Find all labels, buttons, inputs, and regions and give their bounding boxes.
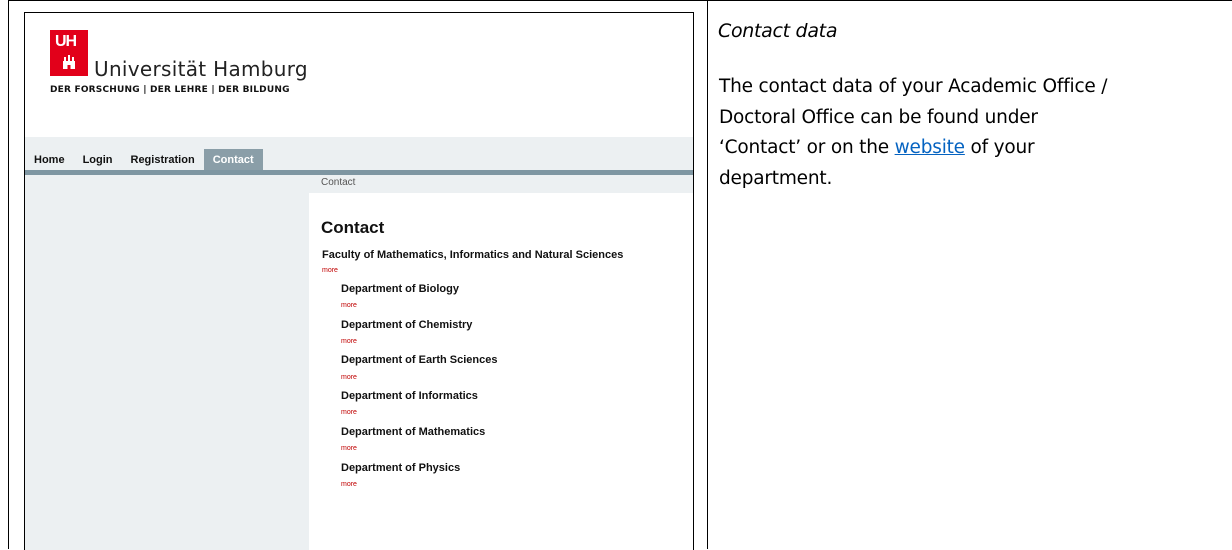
uhh-logo-mark: UH: [50, 30, 88, 76]
dept-chemistry: Department of Chemistry: [341, 319, 473, 331]
section-heading: Contact data: [718, 20, 838, 42]
university-name: Universität Hamburg: [94, 57, 308, 81]
nav-contact[interactable]: Contact: [203, 149, 263, 171]
nav-login[interactable]: Login: [74, 149, 122, 171]
description-line-3-start: ‘Contact’ or on the: [719, 137, 895, 158]
table-left-border: [8, 0, 9, 549]
dept-earth-sciences: Department of Earth Sciences: [341, 354, 498, 366]
left-sidebar: [25, 175, 309, 550]
university-tagline: DER FORSCHUNG | DER LEHRE | DER BILDUNG: [50, 85, 290, 95]
dept-chemistry-more-link[interactable]: more: [341, 338, 357, 345]
site-header: UH Universität Hamburg DER FORSCHUNG | D…: [25, 13, 693, 137]
breadcrumb-bar: [309, 175, 693, 193]
dept-earth-sciences-more-link[interactable]: more: [341, 374, 357, 381]
description-text: The contact data of your Academic Office…: [719, 72, 1219, 194]
table-middle-border: [707, 0, 708, 549]
website-link[interactable]: website: [895, 137, 965, 158]
nav-home[interactable]: Home: [25, 149, 74, 171]
description-line-3: ‘Contact’ or on the website of your: [719, 133, 1219, 164]
description-line-3-end: of your: [964, 137, 1035, 158]
website-screenshot: UH Universität Hamburg DER FORSCHUNG | D…: [24, 12, 694, 550]
dept-physics-more-link[interactable]: more: [341, 481, 357, 488]
dept-mathematics: Department of Mathematics: [341, 426, 486, 438]
breadcrumb[interactable]: Contact: [321, 177, 355, 188]
faculty-more-link[interactable]: more: [322, 267, 338, 274]
hamburg-castle-icon: [63, 55, 75, 69]
nav-registration[interactable]: Registration: [122, 149, 204, 171]
logo-mark-text: UH: [55, 33, 77, 50]
dept-informatics-more-link[interactable]: more: [341, 409, 357, 416]
dept-mathematics-more-link[interactable]: more: [341, 445, 357, 452]
dept-informatics: Department of Informatics: [341, 390, 478, 402]
main-nav: Home Login Registration Contact: [25, 149, 263, 171]
dept-biology: Department of Biology: [341, 283, 459, 295]
description-line-1: The contact data of your Academic Office…: [719, 76, 1108, 97]
faculty-name: Faculty of Mathematics, Informatics and …: [322, 249, 624, 261]
description-line-4: department.: [719, 167, 833, 189]
dept-biology-more-link[interactable]: more: [341, 302, 357, 309]
page-title: Contact: [321, 218, 385, 237]
content-area: [309, 193, 693, 550]
dept-physics: Department of Physics: [341, 462, 461, 474]
table-top-border: [8, 0, 1232, 1]
description-line-2: Doctoral Office can be found under: [719, 106, 1038, 128]
